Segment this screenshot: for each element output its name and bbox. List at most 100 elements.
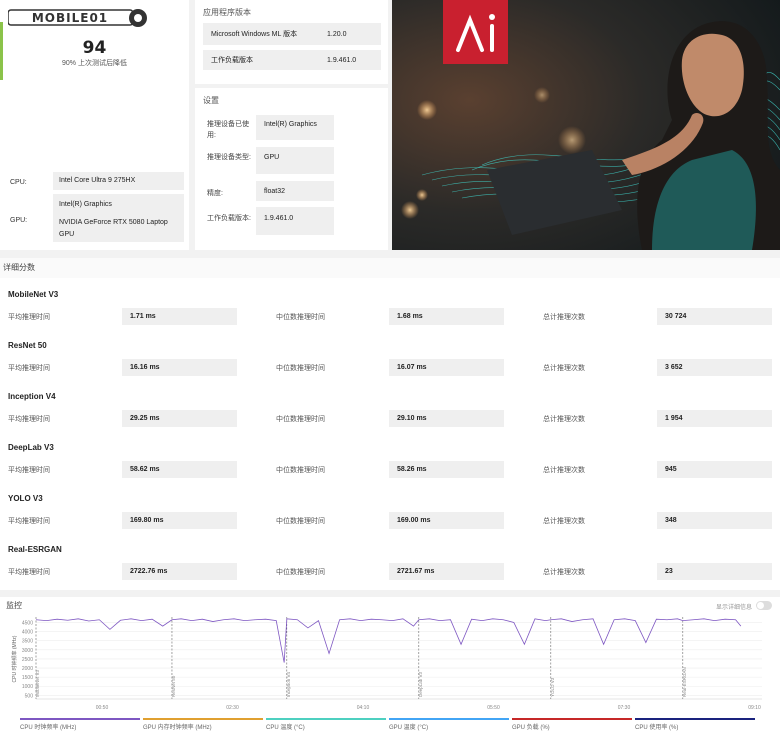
median-time-value: 16.07 ms — [389, 359, 504, 376]
total-inferences-value: 945 — [657, 461, 772, 478]
test-name: DeepLab V3 — [8, 443, 54, 452]
y-tick-label: 1000 — [22, 684, 33, 690]
x-tick-label: 07:30 — [618, 705, 631, 711]
legend-label: GPU 负载 (%) — [512, 725, 550, 731]
test-name: MobileNet V3 — [8, 290, 59, 299]
score-value: 94 — [82, 38, 107, 58]
y-tick-label: 4500 — [22, 620, 33, 626]
median-time-label: 中位数推理时间 — [276, 518, 325, 525]
benchmark-results-page: MOBILE01 94 90% 上次测试后降低 CPU: Intel Core … — [0, 0, 780, 735]
windows-ml-label: Microsoft Windows ML 版本 — [211, 31, 298, 38]
legend-label: GPU 温度 (°C) — [389, 725, 429, 731]
y-tick-label: 1500 — [22, 675, 33, 681]
legend-item: CPU 温度 (°C) — [266, 718, 386, 732]
test-name: YOLO V3 — [8, 494, 43, 503]
cpu-label: CPU: — [10, 179, 27, 186]
score-change-text: 90% 上次测试后降低 — [62, 60, 127, 67]
mobile01-logo: MOBILE01 — [7, 4, 148, 30]
x-tick-label: 00:50 — [96, 705, 109, 711]
score-panel: MOBILE01 94 90% 上次测试后降低 CPU: Intel Core … — [0, 0, 189, 250]
avg-time-value: 2722.76 ms — [122, 563, 237, 580]
y-tick-label: 2500 — [22, 657, 33, 663]
app-version-title: 应用程序版本 — [203, 8, 251, 17]
y-tick-label: 4000 — [22, 630, 33, 636]
settings-title: 设置 — [203, 96, 219, 105]
windows-ml-version-row: Microsoft Windows ML 版本 1.20.0 — [203, 23, 381, 45]
y-axis-label: CPU 时钟频率 (MHz) — [11, 635, 18, 682]
avg-time-value: 169.80 ms — [122, 512, 237, 529]
y-tick-label: 500 — [25, 693, 34, 699]
phase-marker-label: YOLO V3 — [550, 677, 555, 697]
avg-time-label: 平均推理时间 — [8, 518, 50, 525]
phase-marker-label: Inception V4 — [286, 671, 291, 697]
avg-time-label: 平均推理时间 — [8, 314, 50, 321]
avg-time-value: 16.16 ms — [122, 359, 237, 376]
phase-marker-label: ResNet 50 — [171, 675, 176, 697]
y-tick-label: 3000 — [22, 648, 33, 654]
median-time-label: 中位数推理时间 — [276, 569, 325, 576]
legend-swatch — [143, 718, 263, 720]
hero-image — [392, 0, 780, 250]
avg-time-value: 29.25 ms — [122, 410, 237, 427]
median-time-label: 中位数推理时间 — [276, 314, 325, 321]
gpu-value-2: NVIDIA GeForce RTX 5080 Laptop GPU — [59, 219, 168, 238]
legend-item: CPU 使用率 (%) — [635, 718, 755, 732]
legend-item: GPU 内存时钟频率 (MHz) — [143, 718, 263, 732]
legend-label: CPU 使用率 (%) — [635, 725, 679, 731]
detail-header-bar — [0, 258, 780, 278]
gpu-value-box: Intel(R) Graphics NVIDIA GeForce RTX 508… — [53, 194, 184, 242]
median-time-value: 169.00 ms — [389, 512, 504, 529]
x-tick-label: 02:30 — [226, 705, 239, 711]
precision-label: 精度: — [207, 190, 223, 197]
monitoring-title: 监控 — [6, 601, 22, 610]
total-inferences-label: 总计推理次数 — [543, 569, 585, 576]
legend-label: GPU 内存时钟频率 (MHz) — [143, 725, 212, 731]
avg-time-label: 平均推理时间 — [8, 569, 50, 576]
avg-time-label: 平均推理时间 — [8, 365, 50, 372]
median-time-label: 中位数推理时间 — [276, 365, 325, 372]
x-tick-label: 04:10 — [357, 705, 370, 711]
monitoring-panel: 监控 显示详细信息 500 1000 1500 2000 2500 3000 3500 400… — [0, 597, 780, 735]
total-inferences-label: 总计推理次数 — [543, 365, 585, 372]
total-inferences-label: 总计推理次数 — [543, 518, 585, 525]
monitoring-chart: 500 1000 1500 2000 2500 3000 3500 4000 4500 CPU 时… — [11, 617, 762, 711]
legend-item: GPU 负载 (%) — [512, 718, 632, 732]
gpu-value-1: Intel(R) Graphics — [59, 201, 112, 208]
phase-marker-label: MobileNet V3 — [35, 669, 40, 697]
total-inferences-label: 总计推理次数 — [543, 467, 585, 474]
show-details-label: 显示详细信息 — [716, 605, 753, 611]
phase-marker-label: Real-ESRGAN — [682, 667, 687, 697]
test-name: ResNet 50 — [8, 341, 47, 350]
median-time-value: 29.10 ms — [389, 410, 504, 427]
total-inferences-value: 23 — [657, 563, 772, 580]
legend-item: GPU 温度 (°C) — [389, 718, 509, 732]
precision-value: float32 — [256, 181, 334, 201]
legend-label: CPU 温度 (°C) — [266, 725, 305, 731]
workload-version-value: 1.9.461.0 — [327, 56, 357, 64]
median-time-label: 中位数推理时间 — [276, 416, 325, 423]
avg-time-label: 平均推理时间 — [8, 416, 50, 423]
y-tick-label: 3500 — [22, 639, 33, 645]
inference-device-value: Intel(R) Graphics — [256, 115, 334, 140]
median-time-label: 中位数推理时间 — [276, 467, 325, 474]
legend-label: CPU 时钟频率 (MHz) — [20, 725, 77, 731]
legend-swatch — [389, 718, 509, 720]
gpu-label: GPU: — [10, 217, 28, 224]
windows-ml-value: 1.20.0 — [327, 30, 347, 38]
show-details-toggle[interactable] — [756, 601, 772, 610]
device-type-value: GPU — [256, 147, 334, 174]
cpu-value: Intel Core Ultra 9 275HX — [53, 172, 184, 190]
total-inferences-label: 总计推理次数 — [543, 416, 585, 423]
test-name: Inception V4 — [8, 392, 56, 401]
legend-item: CPU 时钟频率 (MHz) — [20, 718, 140, 732]
legend-swatch — [635, 718, 755, 720]
avg-time-value: 1.71 ms — [122, 308, 237, 325]
device-type-label: 推理设备类型: — [207, 154, 251, 161]
total-inferences-value: 3 652 — [657, 359, 772, 376]
total-inferences-value: 1 954 — [657, 410, 772, 427]
settings-workload-label: 工作负载版本: — [207, 215, 251, 222]
inference-device-label: 推理设备已使用: — [207, 121, 249, 139]
settings-panel: 设置 推理设备已使用: Intel(R) Graphics 推理设备类型: GP… — [195, 88, 388, 250]
detail-scores-title: 详细分数 — [3, 263, 35, 272]
median-time-value: 2721.67 ms — [389, 563, 504, 580]
